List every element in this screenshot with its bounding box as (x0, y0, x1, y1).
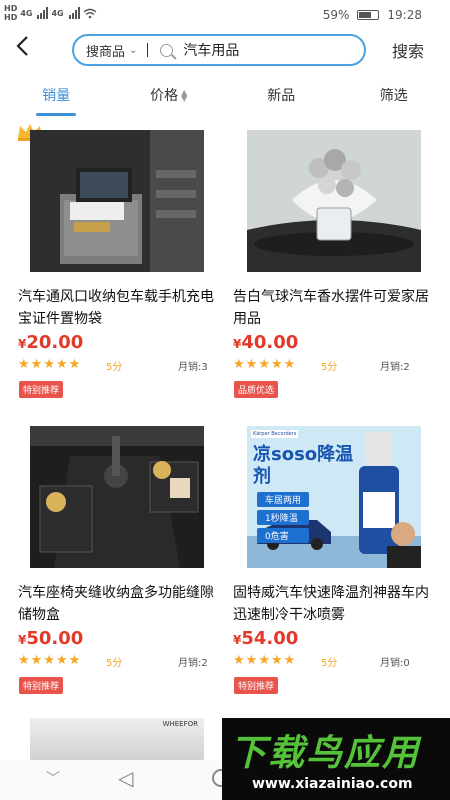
tab-label: 价格 (150, 88, 179, 104)
product-image[interactable]: Kärper Becorders 凉soso降温剂 车居两用 1秒降温 0危害 (247, 426, 421, 568)
star-icon: ★ (30, 653, 43, 668)
signal-icon-2 (68, 7, 80, 19)
monthly-sales: 月销:0 (380, 658, 410, 669)
search-box[interactable]: 搜商品 ⌄ 汽车用品 (72, 34, 366, 66)
star-icon: ★ (245, 653, 258, 668)
watermark-url: www.xiazainiao.com (252, 776, 413, 792)
rating-score: 5分 (106, 362, 123, 373)
sort-icon: ▲ ▼ (181, 88, 188, 103)
product-title[interactable]: 告白气球汽车香水摆件可爱家居用品 (233, 286, 429, 330)
product-price: ¥40.00 (233, 332, 299, 353)
divider (147, 43, 149, 57)
product-image[interactable] (30, 426, 204, 568)
rating-score: 5分 (321, 658, 338, 669)
battery-icon (357, 10, 380, 20)
tab-label: 销量 (42, 88, 71, 104)
product-card[interactable]: 汽车通风口收纳包车载手机充电宝证件置物袋 ¥20.00 ★ ★ ★ ★ ★ 5分 月销:… (0, 118, 214, 408)
watermark-title: 下载鸟应用 (230, 733, 421, 774)
search-button[interactable]: 搜索 (392, 38, 424, 62)
partial-image-text: WHEEFOR (162, 720, 198, 728)
product-card[interactable]: Kärper Becorders 凉soso降温剂 车居两用 1秒降温 0危害 … (215, 414, 429, 704)
tab-price[interactable]: 价格 ▲ ▼ (113, 80, 226, 116)
tab-new[interactable]: 新品 (225, 80, 338, 116)
clock: 19:28 (387, 8, 422, 22)
tab-sales[interactable]: 销量 (0, 80, 113, 116)
wifi-icon (83, 8, 97, 18)
product-card[interactable]: 汽车座椅夹缝收纳盒多功能缝隙储物盒 ¥50.00 ★ ★ ★ ★ ★ 5分 月销:2 特… (0, 414, 214, 704)
chevron-down-icon[interactable]: ﹀ (46, 768, 60, 788)
star-icon: ★ (258, 653, 270, 668)
promo-badge: 特别推荐 (19, 381, 64, 398)
star-icon: ★ (68, 357, 81, 372)
network-indicators: HD HD 4G 4G (4, 4, 97, 22)
tab-label: 新品 (267, 88, 296, 104)
star-icon: ★ (233, 357, 245, 372)
star-icon: ★ (283, 653, 296, 668)
product-image[interactable] (247, 130, 421, 272)
p4-feature-3: 0危害 (257, 528, 310, 543)
rating-stars: ★ ★ ★ ★ ★ (233, 358, 295, 372)
star-icon: ★ (55, 653, 68, 668)
sort-tabs: 销量 价格 ▲ ▼ 新品 筛选 (0, 80, 450, 116)
star-icon: ★ (270, 357, 283, 372)
battery-percent: 59% (322, 8, 350, 22)
promo-badge: 特别推荐 (19, 677, 64, 694)
network-type: 4G (20, 8, 33, 18)
star-icon: ★ (283, 357, 296, 372)
star-icon: ★ (270, 653, 283, 668)
tab-label: 筛选 (379, 88, 408, 104)
product-title[interactable]: 汽车座椅夹缝收纳盒多功能缝隙储物盒 (18, 582, 214, 626)
star-icon: ★ (233, 653, 245, 668)
search-input[interactable]: 汽车用品 (183, 40, 239, 60)
rating-stars: ★ ★ ★ ★ ★ (233, 654, 295, 668)
search-scope-label: 搜商品 (86, 44, 126, 60)
back-arrow-icon[interactable] (14, 34, 44, 66)
monthly-sales: 月销:3 (178, 362, 208, 373)
rating-score: 5分 (321, 362, 338, 373)
search-icon (160, 43, 174, 57)
star-icon: ★ (68, 653, 81, 668)
network-type-2: 4G (51, 8, 64, 18)
rating-score: 5分 (106, 658, 123, 669)
nav-back-icon[interactable]: ◁ (118, 766, 133, 790)
status-bar: HD HD 4G 4G 59% 19:28 (0, 0, 450, 30)
watermark-logo: 下载鸟应用 www.xiazainiao.com (222, 718, 450, 800)
star-icon: ★ (18, 653, 30, 668)
product-image[interactable] (30, 130, 204, 272)
monthly-sales: 月销:2 (178, 658, 208, 669)
p4-brand-label: Kärper Becorders (251, 430, 299, 438)
star-icon: ★ (258, 357, 270, 372)
hd-label: HD HD (4, 4, 18, 22)
tab-filter[interactable]: 筛选 (338, 80, 450, 116)
rating-stars: ★ ★ ★ ★ ★ (18, 654, 80, 668)
star-icon: ★ (43, 653, 55, 668)
search-scope-dropdown[interactable]: 搜商品 ⌄ (86, 41, 137, 60)
product-price: ¥54.00 (233, 628, 299, 649)
product-card[interactable]: 告白气球汽车香水摆件可爱家居用品 ¥40.00 ★ ★ ★ ★ ★ 5分 月销:2 品质… (215, 118, 429, 408)
star-icon: ★ (43, 357, 55, 372)
product-title[interactable]: 汽车通风口收纳包车载手机充电宝证件置物袋 (18, 286, 214, 330)
star-icon: ★ (18, 357, 30, 372)
signal-icon (37, 7, 49, 19)
star-icon: ★ (30, 357, 43, 372)
promo-badge: 品质优选 (234, 381, 279, 398)
p4-feature-1: 车居两用 (257, 492, 310, 507)
product-price: ¥20.00 (18, 332, 84, 353)
product-title[interactable]: 固特威汽车快速降温剂神器车内迅速制冷干冰喷雾 (233, 582, 429, 626)
product-price: ¥50.00 (18, 628, 84, 649)
star-icon: ★ (245, 357, 258, 372)
p4-image-title: 凉soso降温剂 (253, 444, 354, 487)
rating-stars: ★ ★ ★ ★ ★ (18, 358, 80, 372)
chevron-down-icon: ⌄ (129, 44, 138, 56)
p4-feature-2: 1秒降温 (257, 510, 310, 525)
star-icon: ★ (55, 357, 68, 372)
promo-badge: 特别推荐 (234, 677, 279, 694)
search-header: 搜商品 ⌄ 汽车用品 搜索 (0, 30, 450, 72)
monthly-sales: 月销:2 (380, 362, 410, 373)
